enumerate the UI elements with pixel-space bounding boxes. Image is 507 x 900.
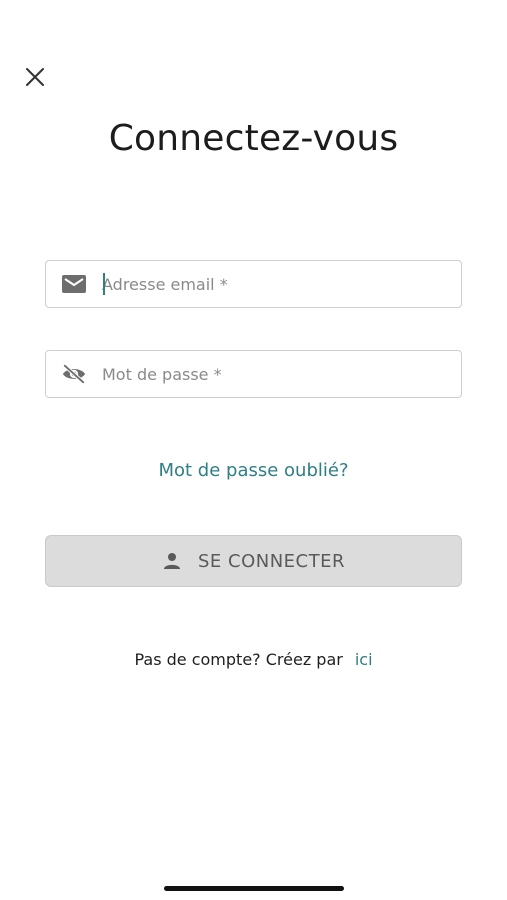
text-cursor xyxy=(103,273,105,295)
home-indicator[interactable] xyxy=(164,886,344,891)
forgot-password-link[interactable]: Mot de passe oublié? xyxy=(0,460,507,481)
signup-row: Pas de compte? Créez par ici xyxy=(0,650,507,669)
password-field[interactable] xyxy=(45,350,462,398)
page-title: Connectez-vous xyxy=(108,118,399,159)
close-icon[interactable] xyxy=(24,66,46,88)
close-button[interactable] xyxy=(24,66,46,88)
login-button[interactable]: SE CONNECTER xyxy=(45,535,462,587)
email-field[interactable] xyxy=(45,260,462,308)
signup-link[interactable]: ici xyxy=(355,650,373,669)
password-input[interactable] xyxy=(102,362,447,386)
person-icon xyxy=(162,551,182,571)
eye-off-icon[interactable] xyxy=(62,362,86,386)
login-button-label: SE CONNECTER xyxy=(197,550,345,572)
email-input[interactable] xyxy=(102,272,447,296)
mail-icon xyxy=(62,272,86,296)
signup-prompt: Pas de compte? Créez par xyxy=(134,650,343,669)
